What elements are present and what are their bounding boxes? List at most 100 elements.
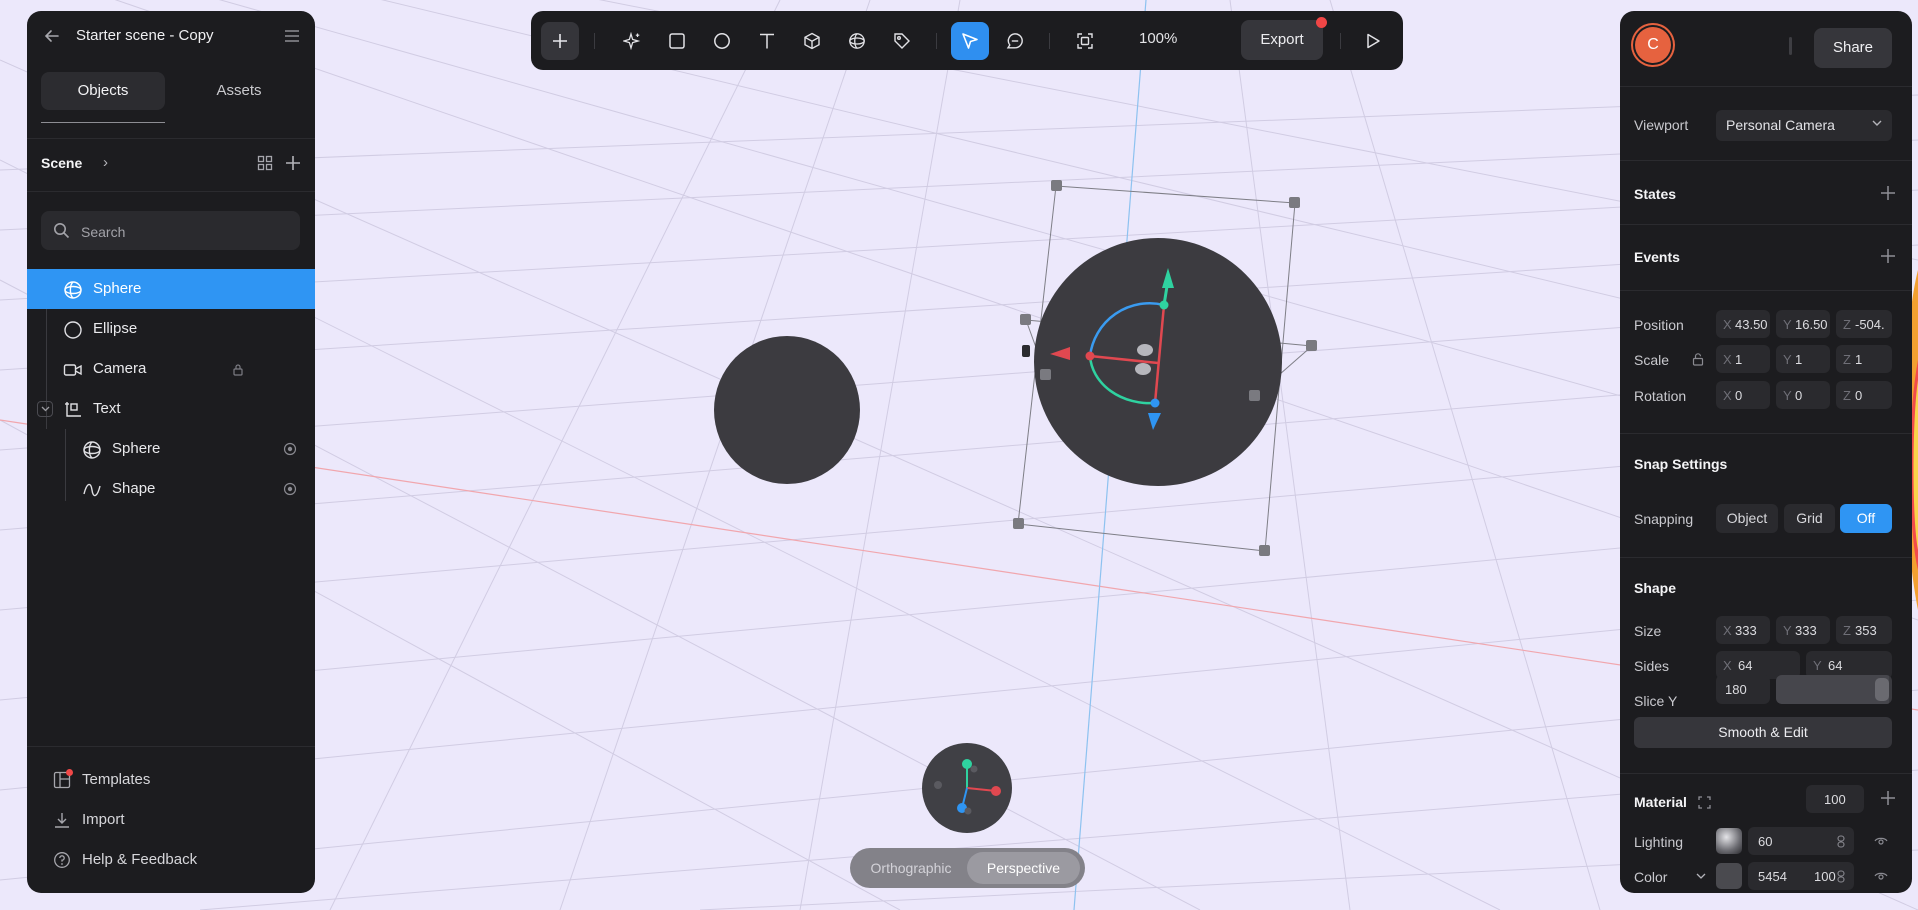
snap-grid-option[interactable]: Grid [1784,504,1835,533]
slider-handle[interactable] [1875,678,1889,701]
link-icon[interactable] [1836,870,1846,883]
share-button[interactable]: Share [1814,28,1892,68]
tab-objects[interactable]: Objects [41,72,165,110]
play-button[interactable] [1354,22,1392,60]
select-tool-button[interactable] [951,22,989,60]
scene-row: Scene › [41,152,303,176]
ellipse-tool-button[interactable] [703,22,741,60]
tree-item-sphere-child[interactable]: Sphere [27,429,315,469]
chevron-right-icon[interactable]: › [103,154,108,171]
perspective-option[interactable]: Perspective [967,852,1080,884]
import-item[interactable]: Import [27,803,315,837]
divider [1620,557,1912,558]
panel-header: Starter scene - Copy [27,11,315,61]
chevron-down-icon [1872,120,1882,126]
scale-z-field[interactable]: Z1 [1836,345,1892,373]
lighting-swatch[interactable] [1716,828,1742,854]
add-event-icon[interactable] [1880,248,1896,264]
position-x-field[interactable]: X 43.50 [1716,310,1770,338]
comment-tool-button[interactable] [996,22,1034,60]
lock-icon[interactable] [1692,352,1704,366]
snap-off-option[interactable]: Off [1840,504,1892,533]
tree-item-shape[interactable]: Shape [27,469,315,509]
properties-panel: C Share Viewport Personal Camera States … [1620,11,1912,893]
rectangle-tool-button[interactable] [658,22,696,60]
lock-icon[interactable] [232,363,244,376]
menu-icon[interactable] [283,27,301,45]
circle-icon [64,321,82,339]
square-icon [669,33,685,49]
play-icon [1367,33,1380,49]
expand-toggle[interactable] [37,401,53,417]
position-y-field[interactable]: Y 16.50 [1776,310,1830,338]
comment-icon [1006,33,1023,49]
tree-item-text[interactable]: Text [27,389,315,429]
slice-y-field[interactable]: 180 [1716,675,1770,704]
scene-label[interactable]: Scene [41,155,82,171]
frame-icon [1077,33,1093,49]
text-icon [760,33,774,49]
orientation-gizmo[interactable] [922,743,1012,833]
plus-icon[interactable] [284,154,302,172]
add-button[interactable] [541,22,579,60]
states-heading: States [1634,186,1677,202]
tree-item-ellipse[interactable]: Ellipse [27,309,315,349]
text-tool-button[interactable] [748,22,786,60]
help-item[interactable]: Help & Feedback [27,843,315,877]
project-title[interactable]: Starter scene - Copy [76,27,214,44]
tab-underline [41,122,165,123]
target-icon[interactable] [283,482,297,496]
scale-y-field[interactable]: Y1 [1776,345,1830,373]
chevron-down-icon[interactable] [1696,873,1706,880]
divider [27,746,315,747]
templates-item[interactable]: Templates [27,763,315,797]
tab-assets[interactable]: Assets [177,72,301,110]
target-icon[interactable] [283,442,297,456]
tree-item-sphere[interactable]: Sphere [27,269,315,309]
ellipse-object[interactable] [714,336,860,484]
sphere-icon [849,33,865,49]
tree-item-camera[interactable]: Camera [27,349,315,389]
material-opacity-field[interactable]: 100 [1806,785,1864,813]
rotation-x-field[interactable]: X0 [1716,381,1770,409]
orthographic-option[interactable]: Orthographic [856,852,966,884]
sphere-tool-button[interactable] [838,22,876,60]
color-swatch[interactable] [1716,863,1742,889]
scale-x-field[interactable]: X1 [1716,345,1770,373]
frame-tool-button[interactable] [1066,22,1104,60]
grid-view-icon[interactable] [257,155,273,171]
divider [1340,33,1341,49]
expand-icon[interactable] [1698,796,1711,809]
position-z-field[interactable]: Z -504. [1836,310,1892,338]
eye-icon[interactable] [1874,869,1888,883]
eye-icon[interactable] [1874,834,1888,848]
pen-tool-button[interactable] [883,22,921,60]
size-y-field[interactable]: Y 333 [1776,616,1830,644]
avatar[interactable]: C [1635,27,1671,63]
snap-object-option[interactable]: Object [1716,504,1778,533]
size-z-field[interactable]: Z 353 [1836,616,1892,644]
tree-item-label: Sphere [112,440,161,457]
viewport-select[interactable]: Personal Camera [1716,110,1892,141]
lighting-label: Lighting [1634,834,1684,850]
ai-tool-button[interactable] [613,22,651,60]
link-icon[interactable] [1836,835,1846,848]
rotation-y-field[interactable]: Y0 [1776,381,1830,409]
divider [1620,773,1912,774]
tree-item-label: Ellipse [93,320,138,337]
export-button[interactable]: Export [1241,20,1323,60]
smooth-edit-button[interactable]: Smooth & Edit [1634,717,1892,748]
rotation-z-field[interactable]: Z0 [1836,381,1892,409]
size-x-field[interactable]: X 333 [1716,616,1770,644]
pen-icon [894,33,910,49]
circle-icon [714,33,730,49]
back-arrow-icon[interactable] [43,27,61,45]
divider [27,138,315,139]
search-input[interactable] [79,211,283,252]
cube-tool-button[interactable] [793,22,831,60]
slice-y-slider[interactable] [1776,675,1892,704]
add-state-icon[interactable] [1880,185,1896,201]
snapping-label: Snapping [1634,511,1694,527]
add-material-icon[interactable] [1880,790,1896,806]
zoom-level[interactable]: 100% [1139,30,1177,47]
